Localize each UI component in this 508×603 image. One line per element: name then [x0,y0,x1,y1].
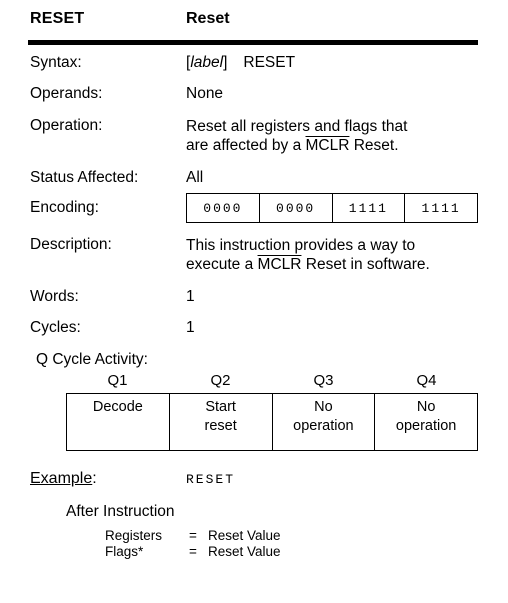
header-rule [28,40,478,45]
encoding-cell-1: 0000 [186,193,260,223]
field-value-operands: None [186,85,224,102]
description-line2-post: Reset in software. [301,256,430,273]
q-cycle-cell-q1-line1: Decode [92,399,143,415]
description-line1: This instruction provides a way to [186,237,416,254]
encoding-table: 0000 0000 1111 1111 [186,193,478,223]
after-row-key-registers: Registers [105,528,163,543]
field-label-encoding: Encoding: [30,199,99,216]
q-cycle-cell-q4-line1: No [416,399,436,415]
example-label-underlined: Example [30,470,93,487]
description-mclr-overlined: MCLR [257,256,302,273]
after-row-eq-flags: = [189,544,197,559]
field-label-syntax: Syntax: [30,54,82,71]
field-value-description: This instruction provides a way to execu… [186,236,486,274]
q-cycle-cell-q1: Decode [66,393,170,451]
field-label-description: Description: [30,236,112,253]
encoding-table-row: 0000 0000 1111 1111 [186,193,478,223]
q-cycle-cell-q2: Start reset [168,393,273,451]
operation-mclr-overlined: MCLR [305,137,350,154]
q-cycle-cell-q3-line1: No [314,399,333,415]
description-line2-pre: execute a [186,256,258,273]
instruction-datasheet-page: RESET Reset Syntax: [label] RESET Operand… [0,0,508,603]
encoding-cell-2: 0000 [258,193,333,223]
instruction-header: RESET Reset [30,10,480,32]
q-cycle-cell-q4-line2: operation [395,418,457,434]
field-label-operation: Operation: [30,117,103,134]
after-instruction-row-flags: Flags* = Reset Value [105,544,405,560]
field-label-status-affected: Status Affected: [30,169,139,186]
syntax-mnemonic: RESET [243,54,296,71]
q-cycle-cell-q4: No operation [374,393,478,451]
field-label-operands: Operands: [30,85,103,102]
after-instruction-title: After Instruction [66,503,175,520]
syntax-bracket-close: ] [223,54,228,71]
after-row-value-flags: Reset Value [208,544,281,559]
q-cycle-cell-q2-line2: reset [204,418,237,434]
operation-line1: Reset all registers and flags that [186,118,408,135]
encoding-cell-3: 1111 [331,193,406,223]
operation-line2-post: Reset. [349,137,399,154]
q-cycle-cell-q3-line2: operation [293,418,354,434]
syntax-operand-label: label [190,54,224,71]
q-cycle-cell-q2-line1: Start [205,399,236,415]
example-label: Example: [30,470,97,488]
field-value-status-affected: All [186,169,204,186]
field-value-words: 1 [186,288,195,305]
field-value-syntax: [label] RESET [186,54,295,72]
q-cycle-table-row: Decode Start reset No operation No opera… [66,393,478,451]
operation-line2-pre: are affected by a [186,137,306,154]
after-row-key-flags: Flags* [105,544,144,559]
q-cycle-header-q1: Q1 [107,372,128,389]
instruction-name: Reset [186,10,230,27]
field-value-cycles: 1 [186,319,195,336]
after-row-eq-registers: = [189,528,197,543]
q-cycle-header-row: Q1 Q2 Q3 Q4 [66,372,478,389]
field-value-operation: Reset all registers and flags that are a… [186,117,486,155]
field-label-words: Words: [30,288,79,305]
q-cycle-header-q4: Q4 [416,372,437,389]
example-code: RESET [186,472,236,487]
example-label-colon: : [92,470,97,487]
q-cycle-table: Decode Start reset No operation No opera… [66,393,478,451]
instruction-mnemonic: RESET [30,10,85,27]
encoding-cell-4: 1111 [404,193,478,223]
q-cycle-header-q3: Q3 [313,372,334,389]
q-cycle-activity-title: Q Cycle Activity: [36,351,148,368]
q-cycle-cell-q3: No operation [271,393,376,451]
after-instruction-rows: Registers = Reset Value Flags* = Reset V… [105,528,405,560]
after-row-value-registers: Reset Value [208,528,281,543]
field-label-cycles: Cycles: [30,319,81,336]
q-cycle-header-q2: Q2 [210,372,231,389]
after-instruction-row-registers: Registers = Reset Value [105,528,405,544]
